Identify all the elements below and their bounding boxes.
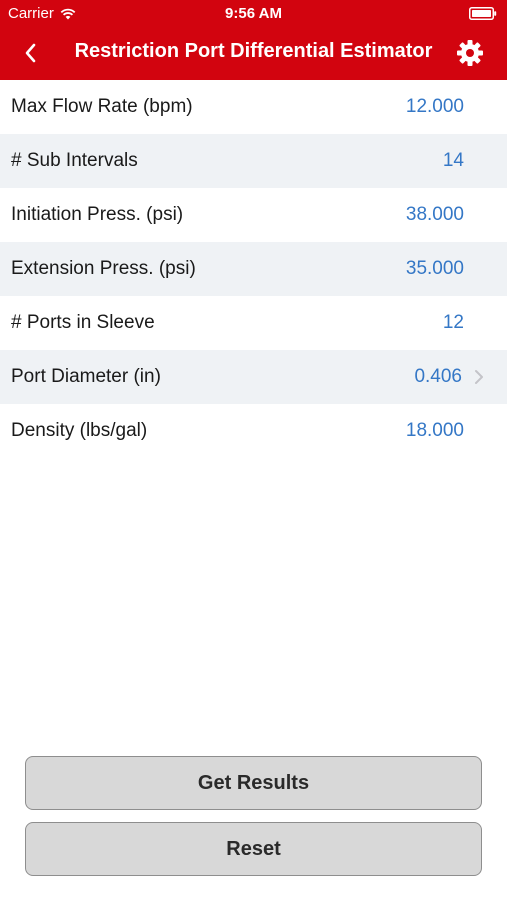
chevron-right-icon — [475, 370, 483, 384]
header: Carrier 9:56 AM Restriction Port Differe… — [0, 0, 507, 80]
field-value[interactable]: 14 — [443, 150, 464, 172]
status-time: 9:56 AM — [225, 5, 282, 22]
gear-icon — [457, 40, 483, 66]
chevron-left-icon — [25, 43, 36, 63]
field-row-sub-intervals[interactable]: # Sub Intervals 14 — [0, 134, 507, 188]
field-label: Extension Press. (psi) — [11, 258, 196, 279]
app-screen: Carrier 9:56 AM Restriction Port Differe… — [0, 0, 507, 900]
status-bar: Carrier 9:56 AM — [0, 0, 507, 28]
field-label: Max Flow Rate (bpm) — [11, 96, 193, 117]
field-value[interactable]: 38.000 — [406, 204, 464, 226]
field-row-ports-in-sleeve[interactable]: # Ports in Sleeve 12 — [0, 296, 507, 350]
field-value[interactable]: 35.000 — [406, 258, 464, 280]
input-list: Max Flow Rate (bpm) 12.000 # Sub Interva… — [0, 80, 507, 458]
field-value[interactable]: 18.000 — [406, 420, 464, 442]
field-label: Initiation Press. (psi) — [11, 204, 184, 225]
battery-icon — [469, 7, 497, 20]
settings-button[interactable] — [455, 38, 485, 68]
field-row-port-diameter[interactable]: Port Diameter (in) 0.406 — [0, 350, 507, 404]
field-row-max-flow-rate[interactable]: Max Flow Rate (bpm) 12.000 — [0, 80, 507, 134]
field-value[interactable]: 12 — [443, 312, 464, 334]
field-label: # Sub Intervals — [11, 150, 138, 171]
get-results-button[interactable]: Get Results — [25, 756, 482, 810]
reset-button[interactable]: Reset — [25, 822, 482, 876]
field-row-density[interactable]: Density (lbs/gal) 18.000 — [0, 404, 507, 458]
back-button[interactable] — [14, 38, 46, 68]
field-value[interactable]: 0.406 — [414, 366, 462, 388]
navigation-bar: Restriction Port Differential Estimator — [0, 28, 507, 80]
page-title: Restriction Port Differential Estimator — [74, 40, 433, 62]
field-row-initiation-press[interactable]: Initiation Press. (psi) 38.000 — [0, 188, 507, 242]
field-label: # Ports in Sleeve — [11, 312, 155, 333]
field-label: Port Diameter (in) — [11, 366, 161, 387]
field-value[interactable]: 12.000 — [406, 96, 464, 118]
field-row-extension-press[interactable]: Extension Press. (psi) 35.000 — [0, 242, 507, 296]
field-label: Density (lbs/gal) — [11, 420, 148, 441]
